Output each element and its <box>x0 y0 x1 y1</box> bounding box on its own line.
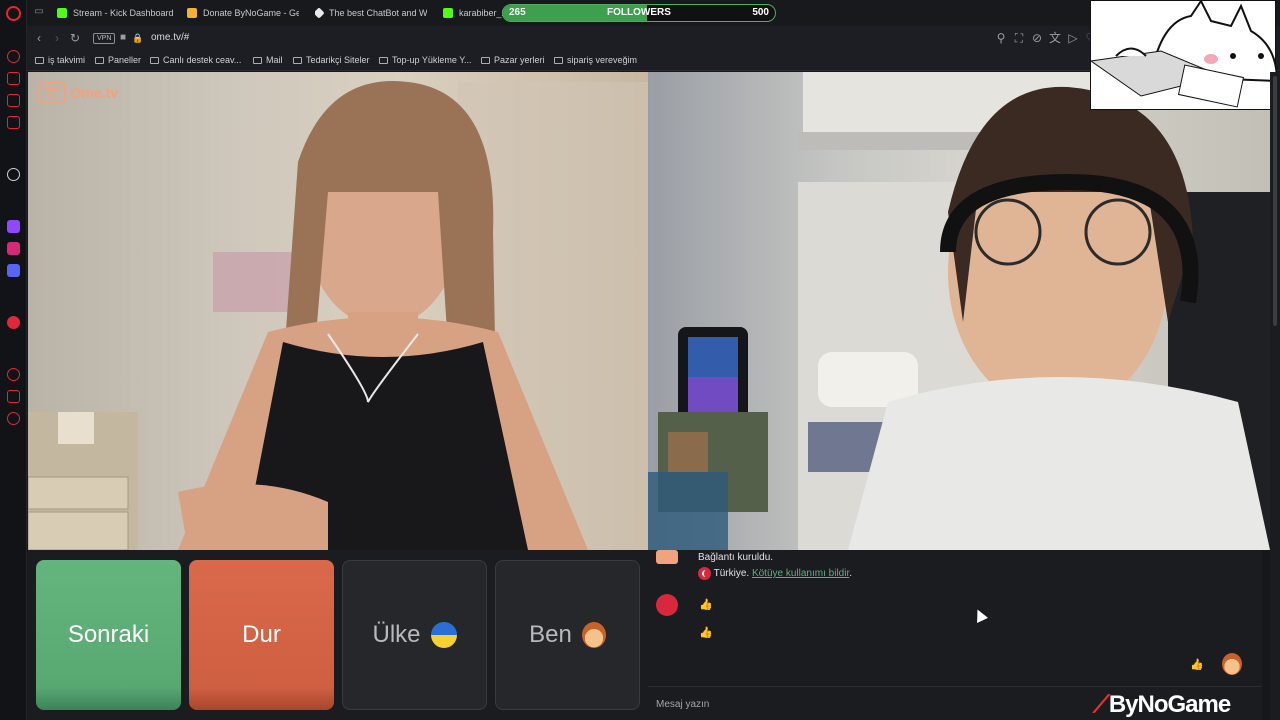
tab-label: Donate ByNoGame - Gek <box>203 8 299 18</box>
next-button[interactable]: Sonraki <box>36 560 181 710</box>
camera-icon[interactable]: ■ <box>115 30 131 46</box>
me-button[interactable]: Ben <box>495 560 640 710</box>
bookmark-paneller[interactable]: Paneller <box>95 55 141 65</box>
mail-icon[interactable] <box>7 116 20 129</box>
report-abuse-link[interactable]: Kötüye kullanımı bildir <box>752 568 849 579</box>
self-webcam-video <box>648 72 1270 550</box>
extensions-icon[interactable] <box>7 390 20 403</box>
tab-label: Stream - Kick Dashboard <box>73 8 174 18</box>
country-button[interactable]: Ülke <box>342 560 487 710</box>
self-avatar-icon <box>1222 653 1242 675</box>
followers-label: FOLLOWERS <box>607 7 671 18</box>
folder-icon <box>554 56 563 64</box>
translate-icon[interactable]: 文 <box>1047 30 1063 46</box>
bookmark-is-takvimi[interactable]: iş takvimi <box>35 55 85 65</box>
bongo-cat-icon <box>1089 0 1279 108</box>
avatar-icon <box>581 622 606 648</box>
back-icon[interactable]: ‹ <box>31 30 47 46</box>
folder-icon <box>253 56 262 64</box>
send-icon[interactable]: ▷ <box>1065 30 1081 46</box>
ukraine-flag-icon <box>430 622 457 648</box>
vpn-icon[interactable] <box>7 316 20 329</box>
chatgpt-icon <box>315 7 325 19</box>
system-message: Bağlantı kuruldu. <box>698 552 774 563</box>
folder-icon <box>481 56 490 64</box>
page-scrollbar[interactable] <box>1270 72 1280 720</box>
browser-sidebar <box>0 0 27 720</box>
folder-icon <box>293 56 302 64</box>
url-field[interactable]: ome.tv/# <box>151 32 189 43</box>
tab-karabiber[interactable]: karabiber_2 <box>443 0 503 26</box>
folder-icon <box>379 56 388 64</box>
settings-gear-icon[interactable] <box>7 412 20 425</box>
bynogame-icon <box>187 8 197 18</box>
bookmark-tedarikci[interactable]: Tedarikçi Siteler <box>293 55 370 65</box>
folder-icon <box>150 56 159 64</box>
folder-icon <box>35 56 44 64</box>
stop-button[interactable]: Dur <box>189 560 334 710</box>
country-name: Türkiye. <box>713 568 750 580</box>
chatgpt-icon[interactable] <box>7 168 20 181</box>
stranger-video: Ome TV Ome.tv <box>28 72 648 550</box>
message-input[interactable] <box>656 695 1076 713</box>
adblock-icon[interactable]: ⊘ <box>1029 30 1045 46</box>
stranger-avatar-icon <box>656 594 678 616</box>
player-icon[interactable] <box>7 94 20 107</box>
followers-current: 265 <box>509 7 526 18</box>
next-button-label: Sonraki <box>67 621 150 648</box>
chat-panel: Bağlantı kuruldu. Türkiye. Kötüye kullan… <box>648 550 1262 720</box>
bynogame-logo: ⟋ByNoGame <box>1093 691 1231 718</box>
twitch-icon[interactable] <box>7 220 20 233</box>
bookmark-pazar-yerleri[interactable]: Pazar yerleri <box>481 55 545 65</box>
country-message: Türkiye. Kötüye kullanımı bildir. <box>698 567 852 580</box>
ometv-small-logo-icon <box>656 550 678 564</box>
followers-goal-widget: 265 FOLLOWERS 500 <box>502 4 776 22</box>
lock-icon: 🔒 <box>132 33 144 43</box>
stranger-video-frame <box>28 81 648 550</box>
bongo-cat-overlay <box>1089 0 1279 110</box>
folder-icon <box>95 56 104 64</box>
bynogame-logo-mark: ⟋ <box>1093 691 1110 718</box>
tab-donate-bynogame[interactable]: Donate ByNoGame - Gek <box>187 0 299 26</box>
tab-label: karabiber_2 <box>459 8 503 18</box>
thumbs-up-icon: 👍 <box>699 627 713 639</box>
bookmark-mail[interactable]: Mail <box>253 55 283 65</box>
ometv-logo[interactable]: Ome TV Ome.tv <box>38 82 118 104</box>
kick-icon <box>57 8 67 18</box>
vpn-badge[interactable]: VPN <box>93 33 116 44</box>
aria-icon[interactable] <box>7 50 20 63</box>
self-webcam-frame <box>648 72 1270 550</box>
tab-kick-dashboard[interactable]: Stream - Kick Dashboard <box>57 0 177 26</box>
stop-button-label: Dur <box>242 621 281 648</box>
bookmark-top-up[interactable]: Top-up Yükleme Y... <box>379 55 472 65</box>
turkey-flag-icon <box>698 567 711 580</box>
thumbs-up-icon: 👍 <box>1190 659 1204 671</box>
bookmark-canli-destek[interactable]: Canlı destek ceav... <box>150 55 241 65</box>
me-button-label: Ben <box>529 621 572 648</box>
bookmark-siparis[interactable]: sipariş vereveğim <box>554 55 637 65</box>
ometv-logo-box: Ome TV <box>38 82 66 104</box>
ometv-logo-text: Ome.tv <box>70 84 118 102</box>
pin-icon[interactable]: ⚲ <box>993 30 1009 46</box>
forward-icon[interactable]: › <box>49 30 65 46</box>
snapshot-icon[interactable]: ⛶ <box>1011 30 1027 46</box>
tab-chatbot[interactable]: The best ChatBot and W <box>315 0 427 26</box>
tab-menu-icon[interactable]: ▭ <box>33 6 45 18</box>
kick-icon <box>443 8 453 18</box>
chat-input-area: ⟋ByNoGame <box>648 686 1262 720</box>
thumbs-up-icon: 👍 <box>699 599 713 611</box>
chat-controls: Sonraki Dur Ülke Ben <box>28 550 648 720</box>
scrollbar-thumb[interactable] <box>1273 76 1277 326</box>
instagram-icon[interactable] <box>7 242 20 255</box>
crypto-wallet-icon[interactable] <box>7 72 20 85</box>
followers-goal: 500 <box>752 7 769 18</box>
opera-logo-icon[interactable] <box>6 6 21 21</box>
country-button-label: Ülke <box>372 621 421 648</box>
discord-icon[interactable] <box>7 264 20 277</box>
history-icon[interactable] <box>7 368 20 381</box>
reload-icon[interactable]: ↻ <box>67 30 83 46</box>
tab-label: The best ChatBot and W <box>329 8 427 18</box>
